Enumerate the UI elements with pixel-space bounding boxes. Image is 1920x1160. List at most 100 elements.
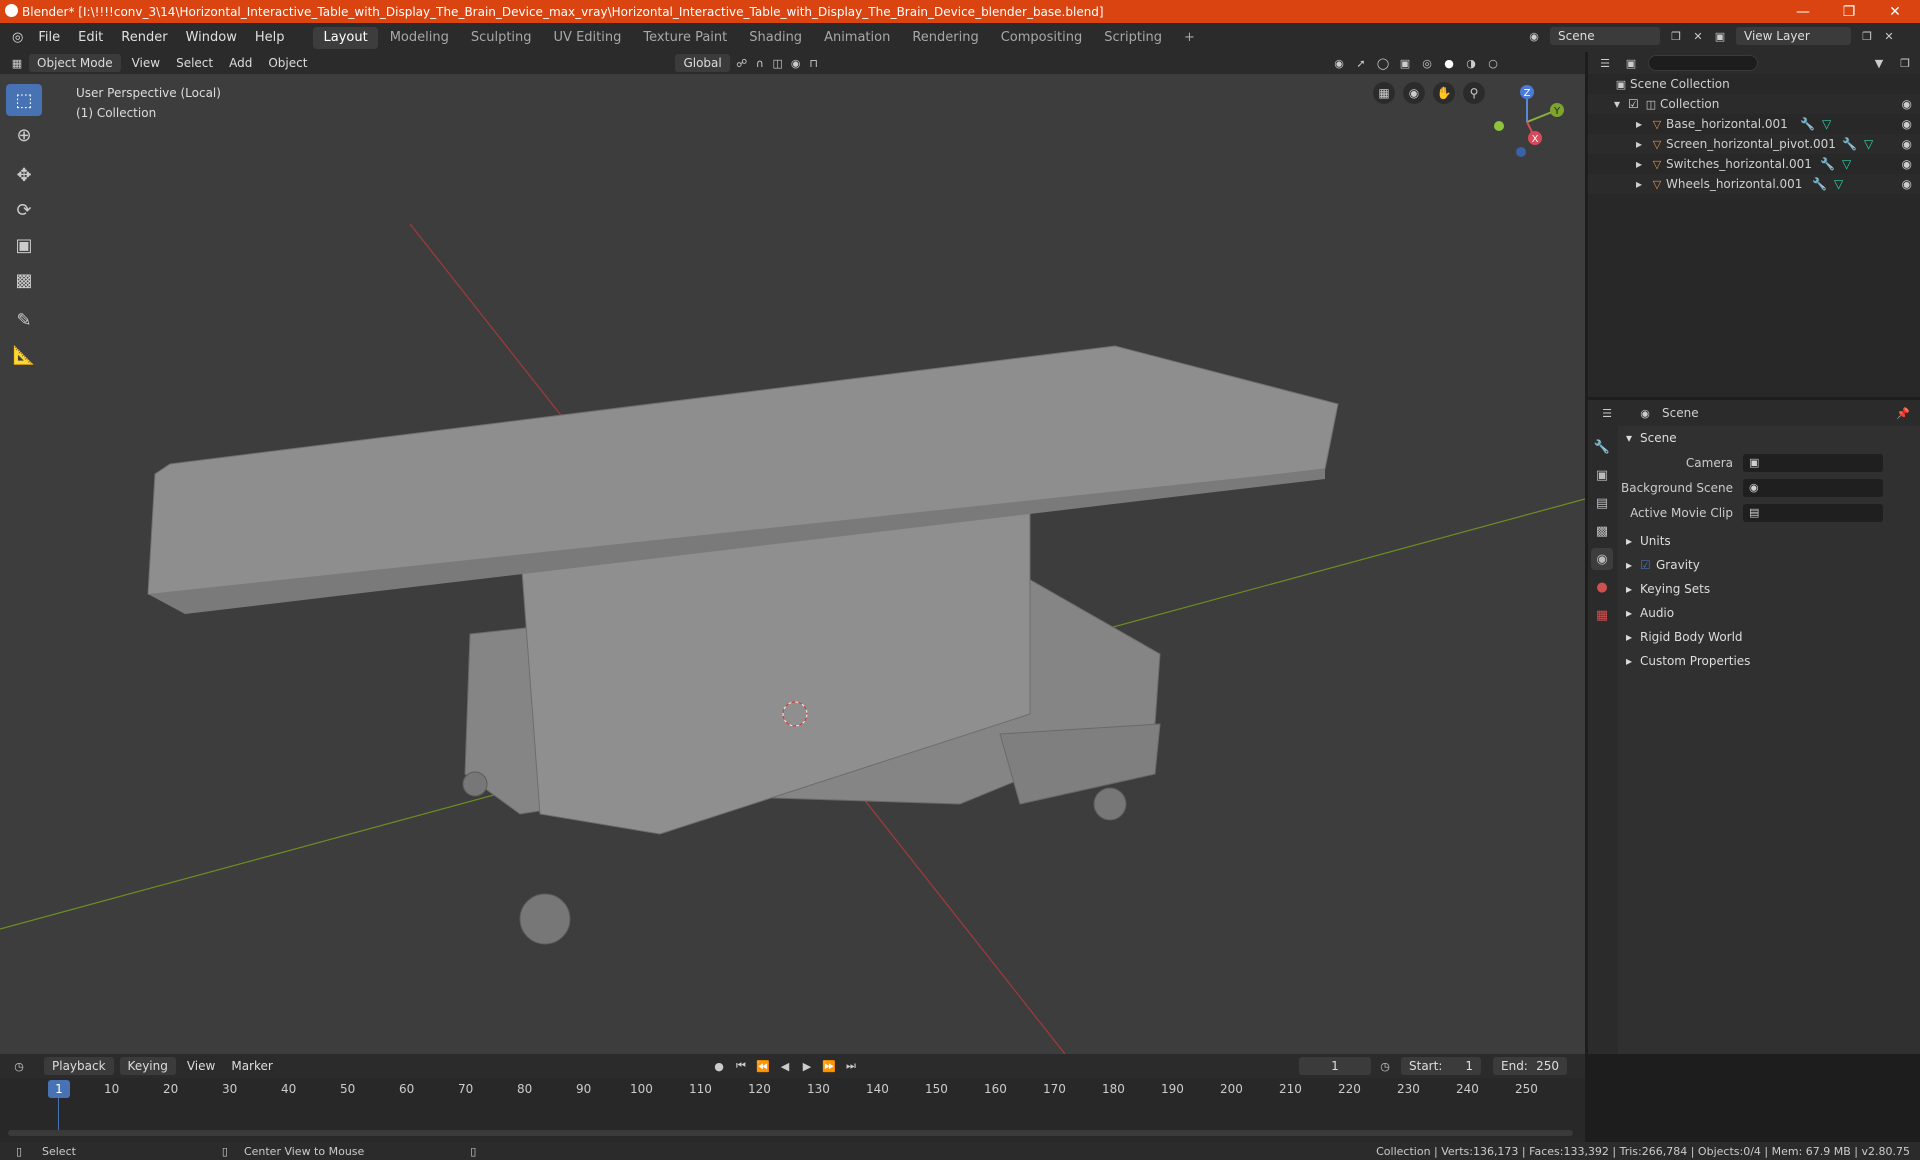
rigid-body-world-section-header[interactable]: ▸ Rigid Body World [1618, 625, 1920, 649]
new-collection-icon[interactable]: ❐ [1896, 55, 1914, 71]
tab-layout[interactable]: Layout [313, 26, 378, 49]
zoom-icon[interactable]: ⚲ [1463, 82, 1485, 104]
properties-editor-icon[interactable]: ☰ [1598, 405, 1616, 421]
tab-uv-editing[interactable]: UV Editing [544, 27, 632, 49]
menu-add[interactable]: Add [221, 56, 260, 70]
prev-keyframe-icon[interactable]: ⏪ [754, 1058, 772, 1074]
view-layer-field[interactable]: View Layer [1736, 27, 1851, 45]
annotate-tool-icon[interactable]: ✎ [6, 304, 42, 336]
cursor-tool-icon[interactable]: ⊕ [6, 119, 42, 151]
snap-icon[interactable]: ∩ [751, 55, 769, 71]
tab-animation[interactable]: Animation [814, 27, 900, 49]
visibility-eye-icon[interactable]: ◉ [1902, 177, 1912, 191]
tab-shading[interactable]: Shading [739, 27, 812, 49]
grid-view-icon[interactable]: ▦ [1373, 82, 1395, 104]
tab-compositing[interactable]: Compositing [991, 27, 1093, 49]
proportional-edit-icon[interactable]: ◉ [787, 55, 805, 71]
modifier-wrench-icon[interactable]: 🔧 [1812, 177, 1827, 191]
tab-scripting[interactable]: Scripting [1094, 27, 1172, 49]
mesh-data-icon[interactable]: ▽ [1842, 157, 1851, 171]
scale-tool-icon[interactable]: ▣ [6, 229, 42, 261]
outliner-row-scene-collection[interactable]: ▣ Scene Collection [1588, 74, 1920, 94]
rendered-shading-icon[interactable]: ○ [1484, 55, 1502, 71]
3d-viewport[interactable]: ⬚ ⊕ ✥ ⟳ ▣ ▩ ✎ 📐 User Perspective (Local)… [0, 74, 1585, 1054]
view-layer-icon[interactable]: ▣ [1711, 28, 1729, 44]
wireframe-shading-icon[interactable]: ◎ [1418, 55, 1436, 71]
visibility-eye-icon[interactable]: ◉ [1902, 117, 1912, 131]
menu-window[interactable]: Window [177, 30, 246, 45]
orientation-dropdown[interactable]: Global [675, 54, 730, 72]
world-tab-icon[interactable]: ● [1591, 576, 1613, 598]
pin-icon[interactable]: 📌 [1894, 405, 1912, 421]
tab-modeling[interactable]: Modeling [380, 27, 459, 49]
modifier-wrench-icon[interactable]: 🔧 [1800, 117, 1815, 131]
new-view-layer-icon[interactable]: ❐ [1858, 28, 1876, 44]
material-shading-icon[interactable]: ◑ [1462, 55, 1480, 71]
menu-help[interactable]: Help [246, 30, 294, 45]
outliner-row-object[interactable]: ▸ ▽ Switches_horizontal.001 🔧 ▽ ◉ [1588, 154, 1920, 174]
visibility-eye-icon[interactable]: ◉ [1902, 137, 1912, 151]
remove-view-layer-icon[interactable]: ✕ [1880, 28, 1898, 44]
tab-texture-paint[interactable]: Texture Paint [633, 27, 737, 49]
restore-icon[interactable]: ❐ [1826, 0, 1872, 23]
texture-tab-icon[interactable]: ▦ [1591, 604, 1613, 626]
scene-name-field[interactable]: Scene [1550, 27, 1660, 45]
xray-icon[interactable]: ▣ [1396, 55, 1414, 71]
outliner-row-object[interactable]: ▸ ▽ Screen_horizontal_pivot.001 🔧 ▽ ◉ [1588, 134, 1920, 154]
render-tab-icon[interactable]: ▣ [1591, 464, 1613, 486]
gravity-checkbox-icon[interactable]: ☑ [1640, 558, 1656, 572]
expand-arrow-icon[interactable]: ▸ [1636, 137, 1648, 151]
add-workspace-icon[interactable]: + [1174, 27, 1205, 49]
outliner-row-object[interactable]: ▸ ▽ Base_horizontal.001 🔧 ▽ ◉ [1588, 114, 1920, 134]
remove-scene-icon[interactable]: ✕ [1689, 28, 1707, 44]
play-reverse-icon[interactable]: ◀ [776, 1058, 794, 1074]
tab-sculpting[interactable]: Sculpting [461, 27, 542, 49]
play-icon[interactable]: ▶ [798, 1058, 816, 1074]
timeline-scrollbar[interactable] [8, 1130, 1573, 1136]
tool-tab-icon[interactable]: 🔧 [1591, 436, 1613, 458]
visibility-eye-icon[interactable]: ◉ [1902, 97, 1912, 111]
collection-checkbox-icon[interactable]: ☑ [1628, 97, 1642, 111]
background-scene-field[interactable]: ◉ [1743, 478, 1883, 497]
gravity-section-header[interactable]: ▸ ☑ Gravity [1618, 553, 1920, 577]
timeline-view-menu[interactable]: View [179, 1059, 223, 1073]
mode-dropdown[interactable]: Object Mode [29, 54, 121, 72]
tab-rendering[interactable]: Rendering [902, 27, 988, 49]
pan-hand-icon[interactable]: ✋ [1433, 82, 1455, 104]
editor-type-icon[interactable]: ▦ [8, 55, 26, 71]
next-keyframe-icon[interactable]: ⏩ [820, 1058, 838, 1074]
playback-menu[interactable]: Playback [44, 1057, 114, 1075]
jump-end-icon[interactable]: ⏭ [842, 1058, 860, 1074]
menu-view[interactable]: View [124, 56, 168, 70]
outliner-row-collection[interactable]: ▾ ☑ ◫ Collection ◉ [1588, 94, 1920, 114]
navigation-gizmo[interactable]: Z Y X [1487, 82, 1567, 162]
close-icon[interactable]: ✕ [1872, 0, 1918, 23]
mesh-data-icon[interactable]: ▽ [1864, 137, 1873, 151]
pivot-icon[interactable]: ☍ [733, 55, 751, 71]
audio-section-header[interactable]: ▸ Audio [1618, 601, 1920, 625]
gizmo-toggle-icon[interactable]: ➚ [1352, 55, 1370, 71]
falloff-icon[interactable]: ⊓ [805, 55, 823, 71]
preview-range-icon[interactable]: ◷ [1376, 1058, 1394, 1074]
solid-shading-icon[interactable]: ● [1440, 55, 1458, 71]
start-frame-field[interactable]: Start: 1 [1401, 1057, 1481, 1075]
camera-field[interactable]: ▣ [1743, 453, 1883, 472]
new-scene-icon[interactable]: ❐ [1667, 28, 1685, 44]
keying-menu[interactable]: Keying [119, 1057, 176, 1075]
mesh-data-icon[interactable]: ▽ [1822, 117, 1831, 131]
move-tool-icon[interactable]: ✥ [6, 159, 42, 191]
display-mode-icon[interactable]: ▣ [1622, 55, 1640, 71]
snap-target-icon[interactable]: ◫ [769, 55, 787, 71]
minimize-icon[interactable]: — [1780, 0, 1826, 23]
blender-menu-icon[interactable]: ◎ [0, 30, 29, 45]
transform-tool-icon[interactable]: ▩ [6, 264, 42, 296]
frame-ruler[interactable]: 10 20 30 40 50 60 70 80 90 100 110 120 1… [0, 1080, 1585, 1098]
modifier-wrench-icon[interactable]: 🔧 [1820, 157, 1835, 171]
scene-selector-icon[interactable]: ◉ [1525, 28, 1543, 44]
current-frame-field[interactable]: 1 [1299, 1057, 1371, 1075]
outliner-row-object[interactable]: ▸ ▽ Wheels_horizontal.001 🔧 ▽ ◉ [1588, 174, 1920, 194]
measure-tool-icon[interactable]: 📐 [6, 339, 42, 371]
filter-icon[interactable]: ▼ [1870, 55, 1888, 71]
custom-properties-section-header[interactable]: ▸ Custom Properties [1618, 649, 1920, 673]
mesh-data-icon[interactable]: ▽ [1834, 177, 1843, 191]
